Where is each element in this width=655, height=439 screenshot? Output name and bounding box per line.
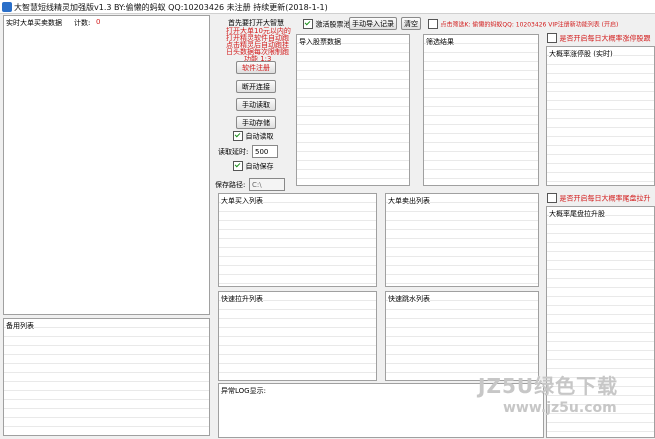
save-path-label: 保存路径:	[215, 181, 246, 189]
tail-rise-list-title: 大概率尾盘拉升股	[549, 209, 605, 219]
read-delay-label: 读取延时:	[218, 148, 249, 156]
big-buy-title: 大单买入列表	[221, 196, 263, 206]
limit-up-label: 是否开启每日大概率涨停股跟	[559, 34, 651, 43]
limit-up-list[interactable]: 大概率涨停股 (实时)	[546, 46, 655, 186]
vip-checkbox[interactable]	[428, 19, 438, 29]
tail-rise-checkbox[interactable]	[547, 193, 557, 203]
save-path-input[interactable]: C:\	[249, 178, 285, 191]
auto-save-option[interactable]: 自动保存	[233, 161, 274, 172]
filter-result-list[interactable]: 筛选结果	[423, 34, 539, 186]
filter-result-title: 筛选结果	[426, 37, 454, 47]
auto-read-option[interactable]: 自动读取	[233, 131, 274, 142]
window-title: 大智慧短线精灵加强版v1.3 BY:偷懒的蚂蚁 QQ:10203426 未注册 …	[14, 3, 328, 12]
vip-option[interactable]: 点击筛选K: 偷懒的蚂蚁QQ: 10203426 VIP注册新功能列表 (开启)	[428, 19, 618, 29]
read-delay-input[interactable]: 500	[252, 145, 278, 158]
log-title: 异常LOG显示:	[221, 387, 266, 395]
limit-up-option[interactable]: 是否开启每日大概率涨停股跟	[547, 33, 651, 44]
register-button[interactable]: 软件注册	[236, 61, 276, 74]
manual-import-button[interactable]: 手动导入记录	[349, 17, 397, 30]
import-stock-title: 导入股票数据	[299, 37, 341, 47]
fast-up-list[interactable]: 快速拉升列表	[218, 291, 377, 381]
big-sell-list[interactable]: 大单卖出列表	[385, 193, 539, 287]
activate-pool-checkbox[interactable]	[303, 19, 313, 29]
count-label: 计数:	[74, 19, 91, 27]
limit-up-checkbox[interactable]	[547, 33, 557, 43]
notes-list[interactable]: 备用列表	[3, 318, 210, 436]
manual-read-button[interactable]: 手动读取	[236, 98, 276, 111]
vip-label: 点击筛选K: 偷懒的蚂蚁QQ: 10203426 VIP注册新功能列表 (开启)	[440, 21, 619, 29]
count-value: 0	[96, 18, 101, 26]
limit-up-list-title: 大概率涨停股 (实时)	[549, 49, 613, 59]
big-buy-list[interactable]: 大单买入列表	[218, 193, 377, 287]
activate-pool-label: 激活股票池	[315, 20, 351, 29]
auto-read-label: 自动读取	[245, 132, 274, 141]
big-sell-title: 大单卖出列表	[388, 196, 430, 206]
fast-down-list[interactable]: 快速跳水列表	[385, 291, 539, 381]
activate-pool-option[interactable]: 激活股票池	[303, 19, 351, 30]
fast-up-title: 快速拉升列表	[221, 294, 263, 304]
app-icon	[2, 2, 12, 12]
title-bar: 大智慧短线精灵加强版v1.3 BY:偷懒的蚂蚁 QQ:10203426 未注册 …	[0, 0, 655, 14]
import-stock-list[interactable]: 导入股票数据	[296, 34, 410, 186]
notes-list-title: 备用列表	[6, 321, 34, 331]
realtime-data-panel[interactable]: 实时大单买卖数据 计数: 0	[3, 15, 210, 315]
tail-rise-option[interactable]: 是否开启每日大概率尾盘拉升	[547, 193, 651, 204]
clear-button[interactable]: 清空	[401, 17, 421, 30]
tail-rise-label: 是否开启每日大概率尾盘拉升	[559, 194, 651, 203]
auto-save-label: 自动保存	[245, 162, 274, 171]
auto-save-checkbox[interactable]	[233, 161, 243, 171]
auto-read-checkbox[interactable]	[233, 131, 243, 141]
realtime-data-title: 实时大单买卖数据	[6, 19, 62, 27]
disconnect-button[interactable]: 断开连接	[236, 80, 276, 93]
watermark-line-2: www.jz5u.com	[503, 400, 617, 416]
fast-down-title: 快速跳水列表	[388, 294, 430, 304]
watermark-line-1: JZ5U绿色下载	[478, 374, 619, 398]
manual-save-button[interactable]: 手动存储	[236, 116, 276, 129]
